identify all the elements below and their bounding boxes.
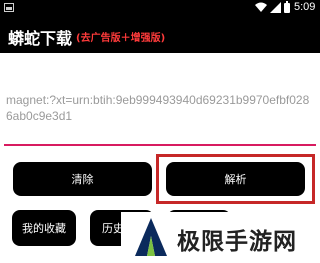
- watermark: 极限手游网: [121, 212, 320, 263]
- app-subtitle: (去广告版＋增强版): [76, 33, 166, 44]
- watermark-logo-icon: [135, 218, 167, 256]
- magnet-input[interactable]: magnet:?xt=urn:btih:9eb999493940d69231b9…: [6, 92, 314, 124]
- watermark-text: 极限手游网: [177, 228, 297, 255]
- input-underline: [4, 144, 316, 146]
- app-title: 蟒蛇下载: [8, 29, 73, 48]
- favorites-button[interactable]: 我的收藏: [12, 210, 76, 246]
- parse-button[interactable]: 解析: [166, 162, 305, 196]
- clear-button[interactable]: 清除: [13, 162, 152, 196]
- gallery-notification-icon: [4, 3, 14, 12]
- wifi-icon: [255, 2, 267, 12]
- status-bar: 5:09: [0, 0, 320, 16]
- signal-icon: [270, 2, 281, 13]
- app-bar: 蟒蛇下载 (去广告版＋增强版): [0, 16, 320, 53]
- battery-icon: [284, 1, 290, 13]
- status-time: 5:09: [294, 1, 316, 13]
